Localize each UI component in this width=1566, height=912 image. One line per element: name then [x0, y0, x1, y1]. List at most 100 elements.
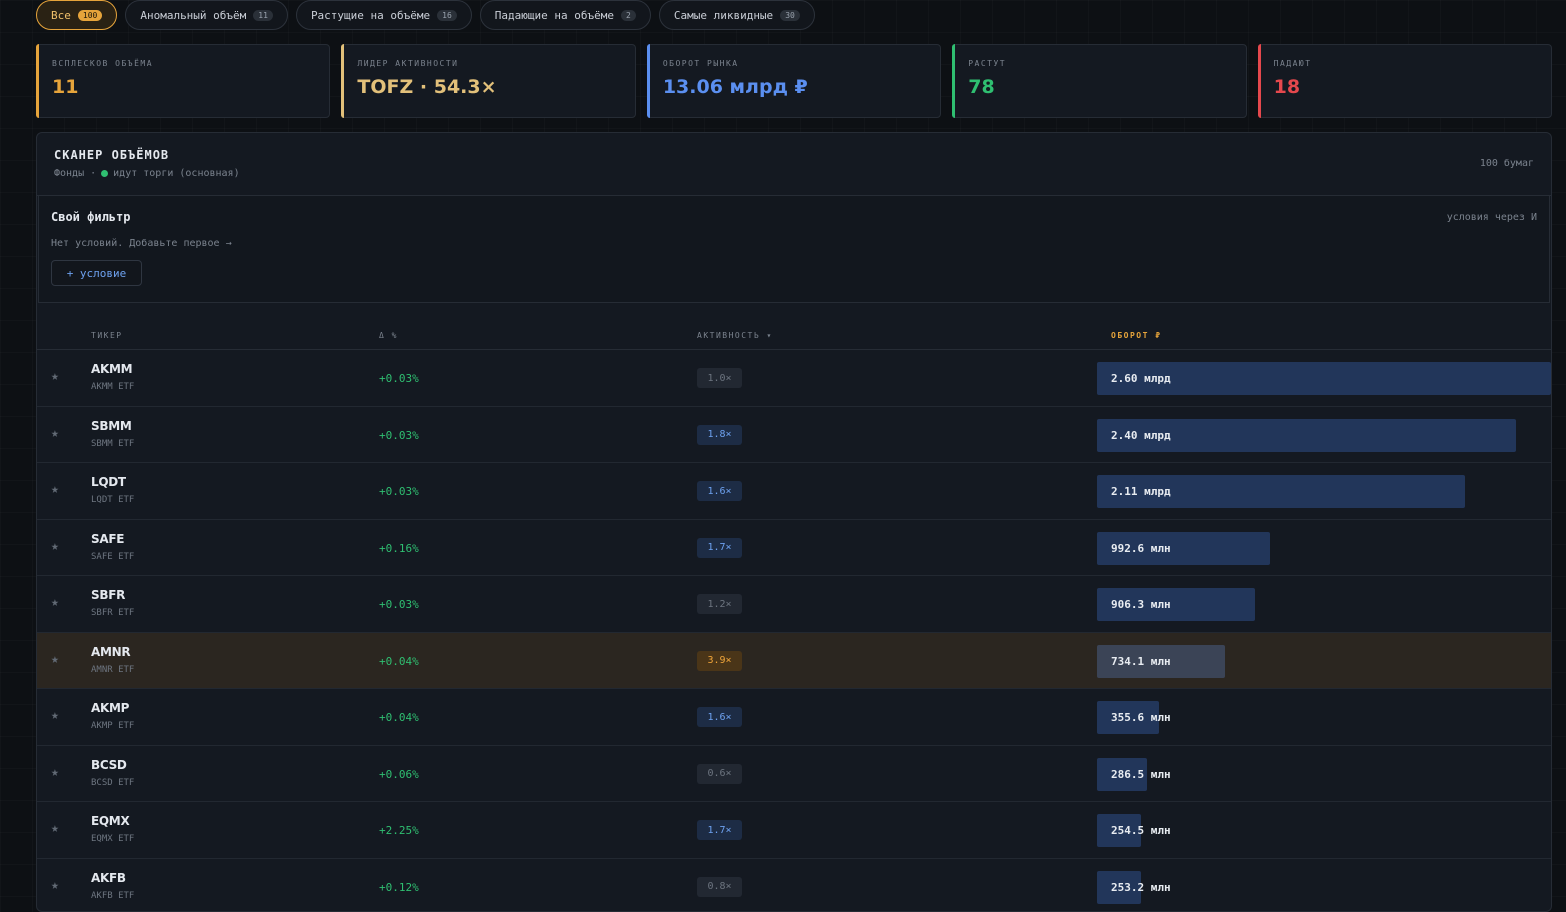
column-activity[interactable]: АКТИВНОСТЬ ▾ [697, 331, 773, 340]
favorite-star-icon[interactable]: ★ [51, 595, 59, 610]
status-dot-icon [101, 170, 108, 177]
price-change: +0.06% [379, 768, 419, 781]
ticker-symbol: AKFB [91, 871, 126, 885]
favorite-star-icon[interactable]: ★ [51, 426, 59, 441]
custom-filter-empty: Нет условий. Добавьте первое → [51, 238, 1537, 249]
stat-label: оборот рынка [663, 59, 925, 68]
table-row[interactable]: ★ SBMM SBMM ETF +0.03% 1.8× 2.40 млрд [37, 407, 1551, 464]
turnover-value: 906.3 млн [1111, 598, 1171, 611]
favorite-star-icon[interactable]: ★ [51, 821, 59, 836]
price-change: +0.03% [379, 372, 419, 385]
turnover-cell: 2.40 млрд [1097, 419, 1551, 452]
turnover-cell: 355.6 млн [1097, 701, 1551, 734]
ticker-name: SAFE ETF [91, 552, 134, 562]
stat-label: лидер активности [357, 59, 619, 68]
stat-label: растут [968, 59, 1230, 68]
favorite-star-icon[interactable]: ★ [51, 765, 59, 780]
price-change: +0.16% [379, 542, 419, 555]
price-change: +0.03% [379, 429, 419, 442]
activity-badge: 1.7× [697, 820, 742, 840]
custom-filter-hint: условия через И [1447, 212, 1537, 223]
turnover-cell: 734.1 млн [1097, 645, 1551, 678]
stats-strip: всплесков объёма 11 лидер активностиTOFZ ·… [36, 44, 1552, 118]
ticker-symbol: AKMP [91, 701, 129, 715]
activity-badge: 1.6× [697, 707, 742, 727]
stat-card-0: всплесков объёма 11 [36, 44, 330, 118]
favorite-star-icon[interactable]: ★ [51, 708, 59, 723]
column-ticker[interactable]: ТИКЕР [91, 331, 123, 340]
tab-0[interactable]: Все100 [36, 0, 117, 30]
table-row[interactable]: ★LQDTLQDT ETF+0.03%1.6×2.11 млрд [37, 463, 1551, 520]
add-condition-button[interactable]: + условие [51, 260, 142, 286]
tab-label: Растущие на объёме [311, 9, 430, 22]
activity-badge: 0.6× [697, 764, 742, 784]
turnover-cell: 254.5 млн [1097, 814, 1551, 847]
panel-header: СКАНЕР ОБЪЁМОВ Фонды · идут торги (основ… [37, 133, 1551, 196]
stat-card-1: лидер активностиTOFZ · 54.3× [341, 44, 635, 118]
turnover-cell: 992.6 млн [1097, 532, 1551, 565]
tab-count-badge: 30 [780, 10, 800, 21]
ticker-name: AKMM ETF [91, 382, 134, 392]
turnover-value: 2.11 млрд [1111, 485, 1171, 498]
price-change: +0.04% [379, 655, 419, 668]
turnover-value: 992.6 млн [1111, 542, 1171, 555]
stat-card-2: оборот рынка 13.06 млрд ₽ [647, 44, 941, 118]
tab-2[interactable]: Растущие на объёме 16 [296, 0, 472, 30]
column-change[interactable]: Δ % [379, 331, 398, 340]
tab-label: Все [51, 9, 71, 22]
table-row[interactable]: ★AKMMAKMM ETF+0.03%1.0×2.60 млрд [37, 350, 1551, 407]
turnover-cell: 253.2 млн [1097, 871, 1551, 904]
table-row[interactable]: ★BCSDBCSD ETF+0.06%0.6×286.5 млн [37, 746, 1551, 803]
tab-label: Самые ликвидные [674, 9, 773, 22]
favorite-star-icon[interactable]: ★ [51, 369, 59, 384]
table-row[interactable]: ★AMNRAMNR ETF+0.04%3.9×734.1 млн [37, 633, 1551, 690]
tab-4[interactable]: Самые ликвидные 30 [659, 0, 815, 30]
stat-value: 13.06 млрд ₽ [663, 76, 925, 98]
ticker-name: EQMX ETF [91, 834, 134, 844]
turnover-cell: 2.60 млрд [1097, 362, 1551, 395]
price-change: +0.04% [379, 711, 419, 724]
ticker-symbol: SBMM [91, 419, 131, 433]
favorite-star-icon[interactable]: ★ [51, 482, 59, 497]
activity-badge: 0.8× [697, 877, 742, 897]
filter-tabs: Все100 Аномальный объём11 Растущие на объё… [36, 0, 815, 30]
table-row[interactable]: ★EQMXEQMX ETF+2.25%1.7×254.5 млн [37, 802, 1551, 859]
tab-1[interactable]: Аномальный объём11 [125, 0, 288, 30]
ticker-name: AMNR ETF [91, 665, 134, 675]
turnover-value: 2.60 млрд [1111, 372, 1171, 385]
ticker-symbol: BCSD [91, 758, 127, 772]
favorite-star-icon[interactable]: ★ [51, 878, 59, 893]
securities-table: ★AKMMAKMM ETF+0.03%1.0×2.60 млрд★SBMMSBM… [37, 350, 1551, 912]
custom-filter-title: Свой фильтр [51, 210, 1537, 224]
activity-badge: 1.8× [697, 425, 742, 445]
turnover-cell: 286.5 млн [1097, 758, 1551, 791]
custom-filter: Свой фильтр условия через И Нет условий.… [38, 196, 1550, 303]
table-row[interactable]: ★SAFESAFE ETF+0.16%1.7×992.6 млн [37, 520, 1551, 577]
tab-count-badge: 16 [437, 10, 457, 21]
trading-status: идут торги (основная) [113, 168, 239, 179]
column-turnover[interactable]: ОБОРОТ ₽ [1111, 331, 1162, 340]
price-change: +0.12% [379, 881, 419, 894]
securities-count: 100 бумаг [1480, 158, 1534, 169]
turnover-value: 254.5 млн [1111, 824, 1171, 837]
stat-value: 11 [52, 76, 314, 98]
panel-title: СКАНЕР ОБЪЁМОВ [54, 148, 1534, 162]
table-header: ТИКЕР Δ % АКТИВНОСТЬ ▾ ОБОРОТ ₽ [37, 303, 1551, 350]
table-row[interactable]: ★AKFBAKFB ETF+0.12%0.8×253.2 млн [37, 859, 1551, 912]
tab-3[interactable]: Падающие на объёме 2 [480, 0, 651, 30]
tab-count-badge: 2 [621, 10, 636, 21]
favorite-star-icon[interactable]: ★ [51, 652, 59, 667]
turnover-value: 734.1 млн [1111, 655, 1171, 668]
tab-count-badge: 11 [253, 10, 273, 21]
volume-scanner-panel: СКАНЕР ОБЪЁМОВ Фонды · идут торги (основ… [36, 132, 1552, 912]
stat-card-4: падают18 [1258, 44, 1552, 118]
ticker-name: SBMM ETF [91, 439, 134, 449]
table-row[interactable]: ★AKMPAKMP ETF+0.04%1.6×355.6 млн [37, 689, 1551, 746]
table-row[interactable]: ★SBFRSBFR ETF+0.03%1.2×906.3 млн [37, 576, 1551, 633]
activity-badge: 1.2× [697, 594, 742, 614]
tab-label: Падающие на объёме [495, 9, 614, 22]
ticker-symbol: SAFE [91, 532, 124, 546]
turnover-cell: 2.11 млрд [1097, 475, 1551, 508]
favorite-star-icon[interactable]: ★ [51, 539, 59, 554]
stat-label: всплесков объёма [52, 59, 314, 68]
